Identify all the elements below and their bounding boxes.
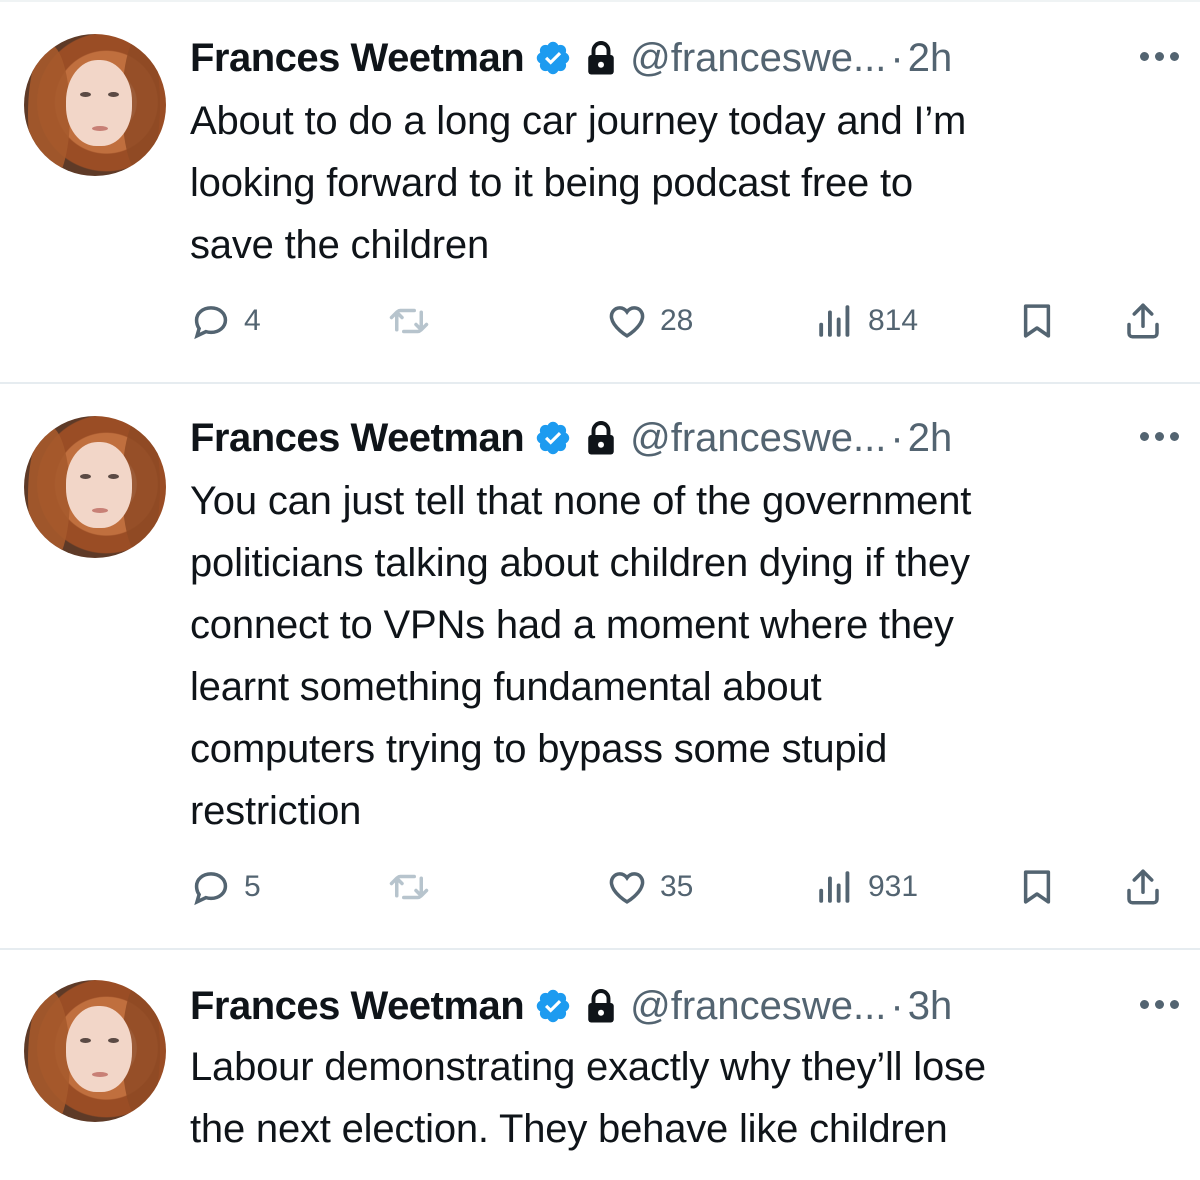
timestamp[interactable]: 2h [908, 416, 953, 461]
view-count: 814 [868, 304, 919, 337]
author-name[interactable]: Frances Weetman [190, 36, 525, 81]
like-button[interactable]: 28 [606, 296, 693, 346]
view-count: 931 [868, 870, 919, 903]
tweet-header: Frances Weetman @franceswe... · 3h [190, 976, 1180, 1036]
author-handle[interactable]: @franceswe... [630, 36, 886, 81]
reply-count: 4 [244, 304, 261, 337]
tweet[interactable]: Frances Weetman @franceswe... · 2h You c… [0, 384, 1200, 948]
tweet-text-line: About to do a long car journey today and… [190, 99, 967, 143]
tweet-text-line: the next election. They behave like chil… [190, 1107, 948, 1151]
share-button[interactable] [1122, 862, 1164, 912]
tweet-text: About to do a long car journey today and… [190, 90, 1180, 276]
share-icon [1127, 303, 1159, 339]
bookmark-icon [1023, 304, 1051, 338]
more-options-icon[interactable] [1136, 1000, 1186, 1012]
action-bar: 5 35 931 [190, 862, 1180, 912]
heart-icon [609, 872, 645, 904]
more-options-icon[interactable] [1136, 52, 1186, 64]
avatar[interactable] [24, 34, 166, 176]
verified-badge-icon [536, 41, 570, 75]
tweet-text-line: You can just tell that none of the gover… [190, 479, 972, 523]
avatar[interactable] [24, 416, 166, 558]
views-icon [819, 305, 850, 337]
lock-icon [588, 421, 614, 455]
more-options-icon[interactable] [1136, 432, 1186, 444]
tweet-text: Labour demonstrating exactly why they’ll… [190, 1036, 1180, 1160]
reply-icon [194, 872, 228, 906]
views-icon [819, 871, 850, 903]
views-button[interactable]: 931 [814, 862, 918, 912]
bookmark-button[interactable] [1016, 862, 1058, 912]
tweet-text-line: politicians talking about children dying… [190, 541, 970, 585]
action-bar: 4 28 814 [190, 296, 1180, 346]
tweet[interactable]: Frances Weetman @franceswe... · 3h Labou… [0, 950, 1200, 1180]
author-name[interactable]: Frances Weetman [190, 416, 525, 461]
verified-badge-icon [536, 989, 570, 1023]
tweet-header: Frances Weetman @franceswe... · 2h [190, 28, 1180, 88]
views-button[interactable]: 814 [814, 296, 918, 346]
author-handle[interactable]: @franceswe... [630, 416, 886, 461]
retweet-button[interactable] [388, 862, 442, 912]
reply-button[interactable]: 5 [190, 862, 261, 912]
reply-icon [194, 306, 228, 340]
timestamp[interactable]: 2h [908, 36, 953, 81]
tweet-text-line: computers trying to bypass some stupid [190, 727, 888, 771]
separator-dot: · [890, 983, 904, 1028]
retweet-icon [389, 308, 429, 334]
lock-icon [588, 989, 614, 1023]
like-count: 35 [660, 870, 694, 903]
separator-dot: · [890, 415, 904, 460]
author-name[interactable]: Frances Weetman [190, 984, 525, 1029]
tweet-text-line: Labour demonstrating exactly why they’ll… [190, 1045, 986, 1089]
timestamp[interactable]: 3h [908, 984, 953, 1029]
like-button[interactable]: 35 [606, 862, 693, 912]
lock-icon [588, 41, 614, 75]
tweet[interactable]: Frances Weetman @franceswe... · 2h About… [0, 0, 1200, 382]
bookmark-icon [1023, 870, 1051, 904]
like-count: 28 [660, 304, 694, 337]
avatar[interactable] [24, 980, 166, 1122]
bookmark-button[interactable] [1016, 296, 1058, 346]
reply-count: 5 [244, 870, 261, 903]
tweet-text: You can just tell that none of the gover… [190, 470, 1180, 842]
tweet-header: Frances Weetman @franceswe... · 2h [190, 408, 1180, 468]
heart-icon [609, 306, 645, 338]
tweet-text-line: restriction [190, 789, 362, 833]
tweet-text-line: connect to VPNs had a moment where they [190, 603, 954, 647]
tweet-text-line: save the children [190, 223, 490, 267]
tweet-text-line: looking forward to it being podcast free… [190, 161, 913, 205]
separator-dot: · [890, 35, 904, 80]
reply-button[interactable]: 4 [190, 296, 261, 346]
share-button[interactable] [1122, 296, 1164, 346]
tweet-text-line: learnt something fundamental about [190, 665, 822, 709]
author-handle[interactable]: @franceswe... [630, 984, 886, 1029]
retweet-icon [389, 874, 429, 900]
share-icon [1127, 869, 1159, 905]
verified-badge-icon [536, 421, 570, 455]
retweet-button[interactable] [388, 296, 442, 346]
